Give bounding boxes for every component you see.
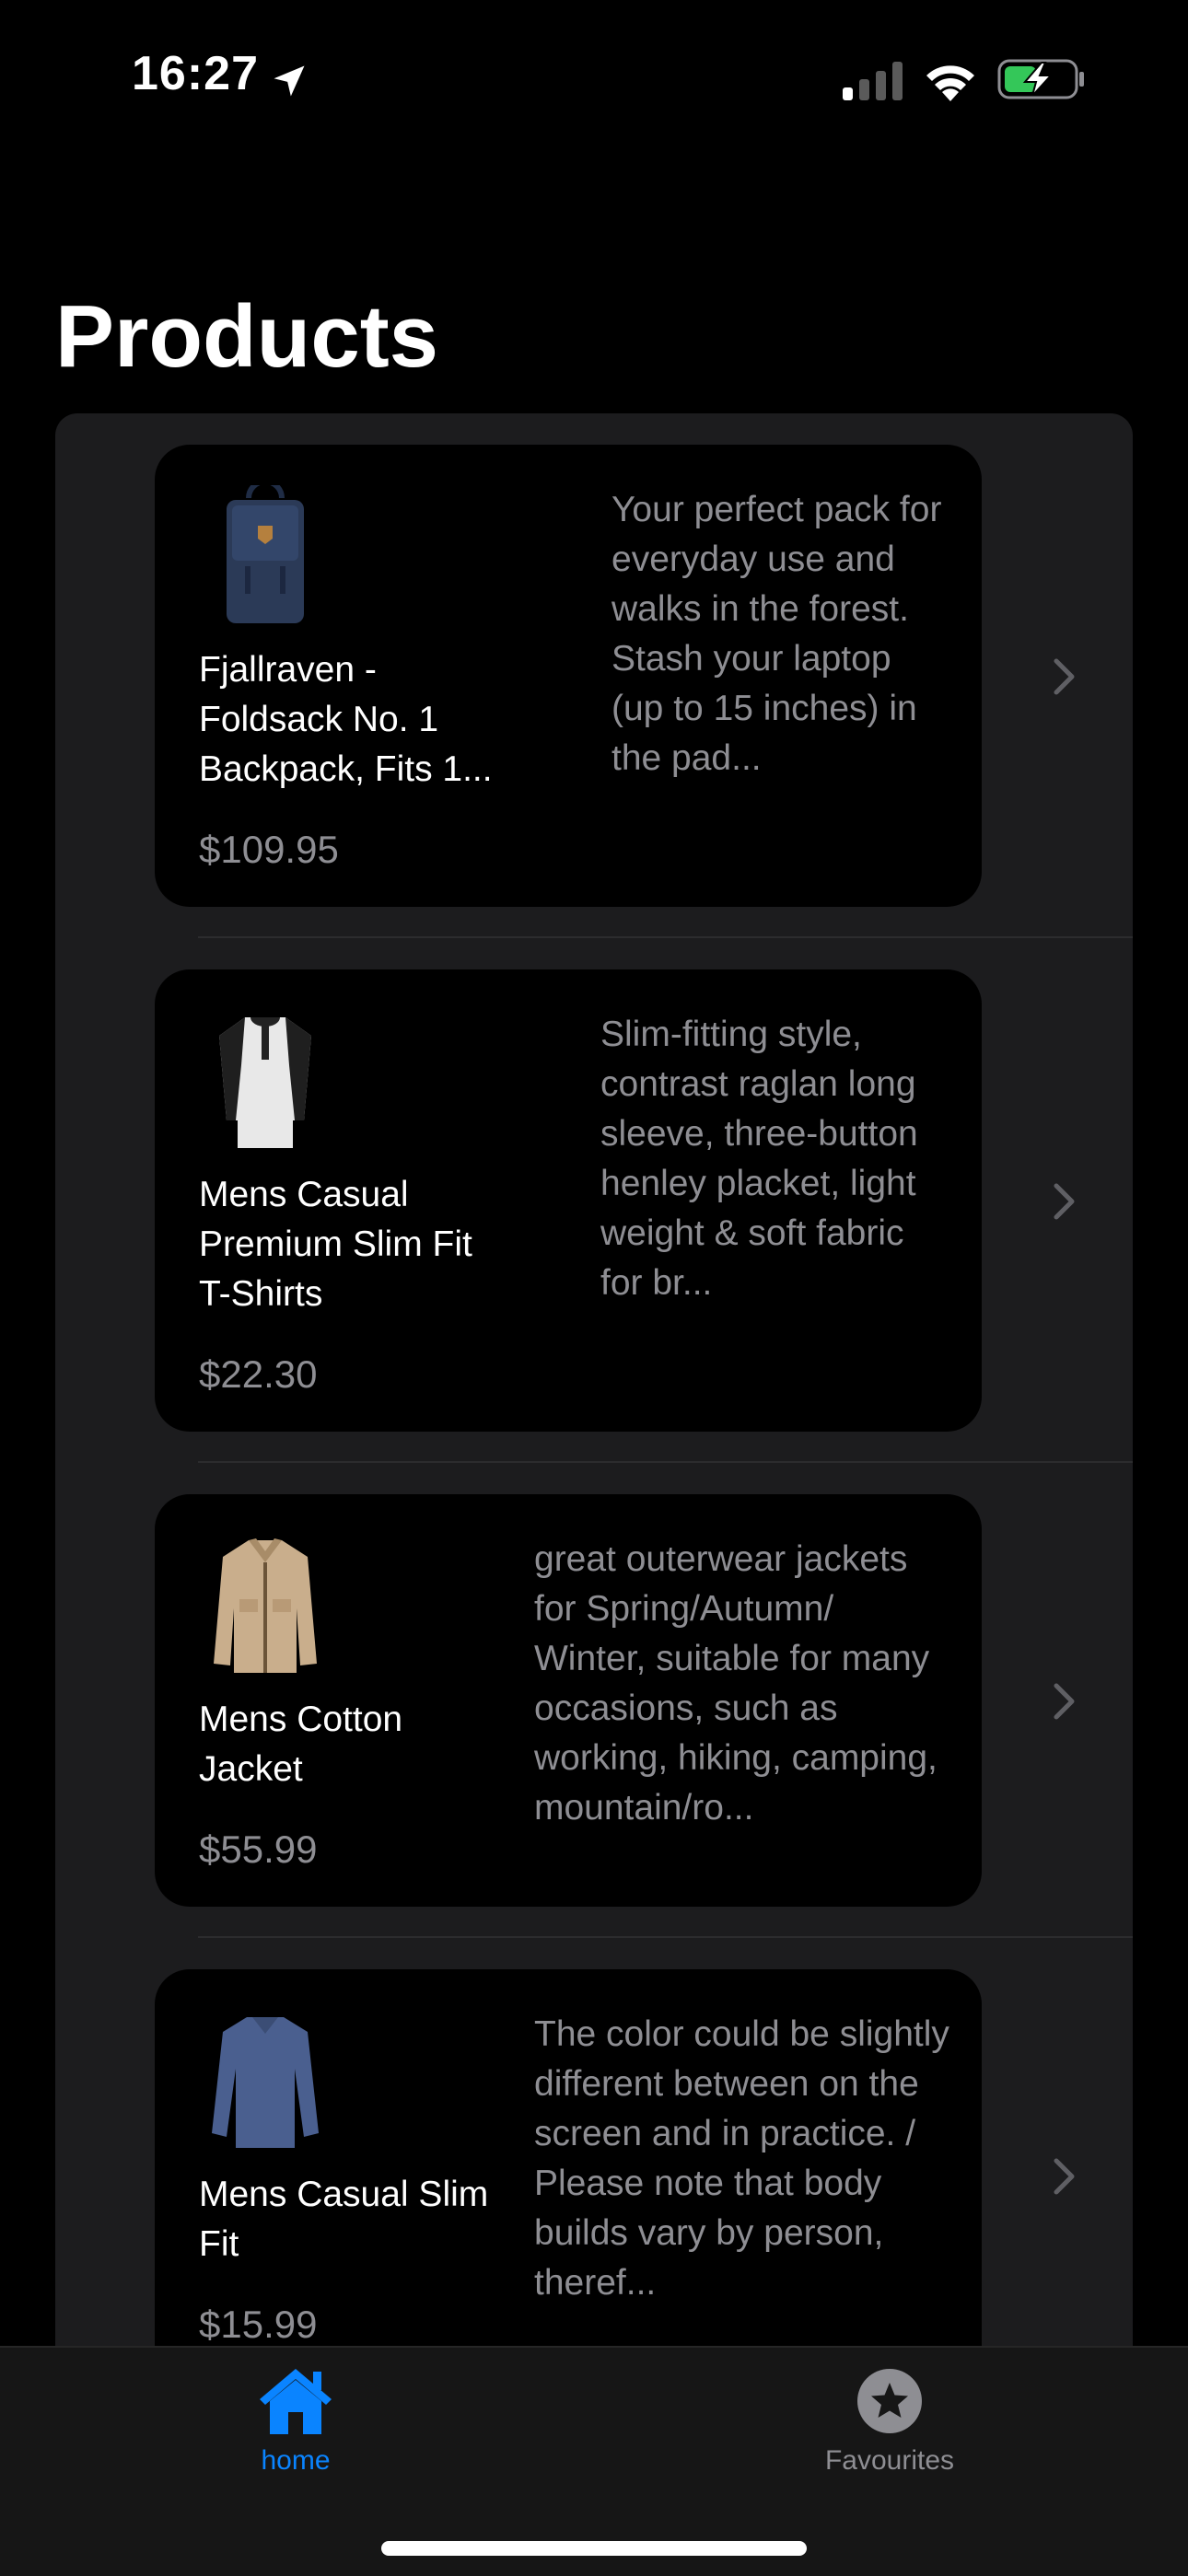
product-row[interactable]: Fjallraven - Foldsack No. 1 Backpack, Fi…: [55, 413, 1133, 938]
product-price: $55.99: [199, 1828, 318, 1871]
backpack-icon: [227, 485, 304, 623]
product-price: $109.95: [199, 828, 339, 871]
longsleeve-icon: [212, 2017, 319, 2148]
wifi-icon: [926, 65, 974, 101]
star-icon: [857, 2369, 922, 2433]
cellular-signal-icon: [843, 62, 903, 100]
product-row[interactable]: Mens Casual Premium Slim Fit T-Shirts $2…: [55, 938, 1133, 1463]
chevron-right-icon: [1054, 1183, 1075, 1220]
product-row[interactable]: Mens Cotton Jacket $55.99 great outerwea…: [55, 1463, 1133, 1938]
chevron-right-icon: [1054, 2158, 1075, 2195]
home-indicator[interactable]: [381, 2541, 807, 2556]
tab-home-label: home: [261, 2445, 331, 2476]
product-card[interactable]: Mens Casual Slim Fit $15.99 The color co…: [155, 1969, 982, 2347]
product-description: The color could be slightly different be…: [534, 2014, 949, 2303]
battery-charging-icon: [997, 59, 1084, 99]
product-name: Mens Casual Slim Fit: [199, 2175, 489, 2264]
status-time: 16:27: [132, 47, 259, 100]
product-row[interactable]: Mens Casual Slim Fit $15.99 The color co…: [55, 1938, 1133, 2347]
product-description: Slim-fitting style, contrast raglan long…: [600, 1015, 918, 1303]
status-bar: 16:27: [0, 0, 1188, 157]
product-price: $22.30: [199, 1352, 318, 1396]
product-name: Mens Cotton Jacket: [199, 1700, 403, 1789]
product-description: great outerwear jackets for Spring/Autum…: [534, 1539, 938, 1828]
tab-favourites[interactable]: Favourites: [751, 2366, 1028, 2486]
tab-favourites-label: Favourites: [824, 2445, 955, 2476]
tshirt-icon: [219, 1017, 311, 1148]
product-name: Mens Casual Premium Slim Fit T-Shirts: [199, 1175, 472, 1314]
location-arrow-icon: [274, 65, 305, 97]
product-price: $15.99: [199, 2303, 318, 2346]
product-name: Fjallraven - Foldsack No. 1 Backpack, Fi…: [199, 650, 493, 789]
product-description: Your perfect pack for everyday use and w…: [611, 490, 942, 778]
chevron-right-icon: [1054, 658, 1075, 695]
page-title: Products: [55, 287, 439, 386]
chevron-right-icon: [1054, 1683, 1075, 1720]
product-card[interactable]: Mens Casual Premium Slim Fit T-Shirts $2…: [155, 969, 982, 1432]
product-list: Fjallraven - Foldsack No. 1 Backpack, Fi…: [55, 413, 1133, 2347]
house-icon: [260, 2369, 332, 2434]
jacket-icon: [214, 1538, 317, 1673]
tab-home[interactable]: home: [157, 2366, 434, 2486]
product-card[interactable]: Fjallraven - Foldsack No. 1 Backpack, Fi…: [155, 445, 982, 907]
product-card[interactable]: Mens Cotton Jacket $55.99 great outerwea…: [155, 1494, 982, 1907]
